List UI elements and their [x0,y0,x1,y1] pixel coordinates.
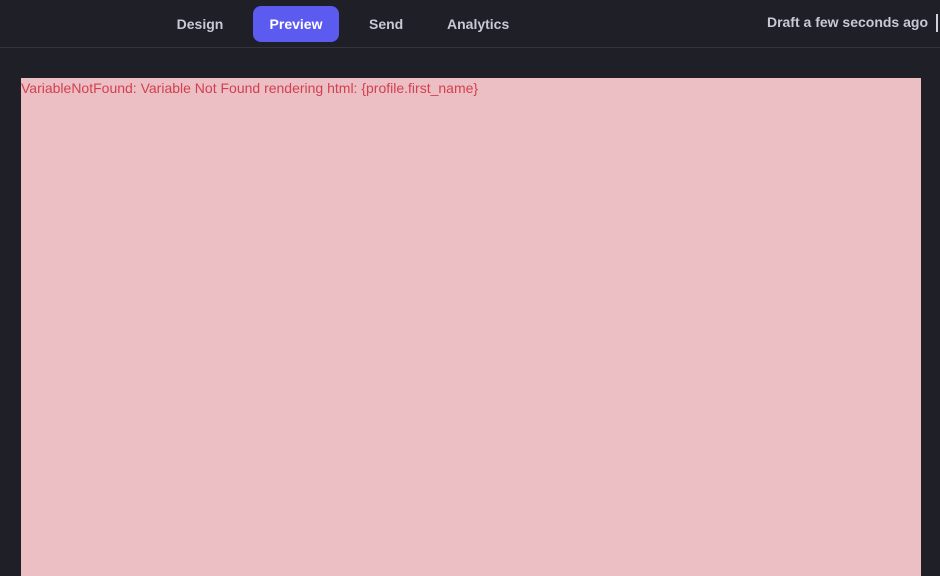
tab-preview[interactable]: Preview [253,6,339,42]
render-error-message: VariableNotFound: Variable Not Found ren… [21,80,479,96]
tab-design[interactable]: Design [159,6,241,42]
draft-status: Draft a few seconds ago [766,14,928,30]
tab-analytics[interactable]: Analytics [431,6,525,42]
status-divider [936,14,938,32]
top-bar: Design Preview Send Analytics Draft a fe… [0,0,940,48]
email-preview-frame: VariableNotFound: Variable Not Found ren… [21,78,921,576]
tab-send[interactable]: Send [353,6,419,42]
tab-bar: Design Preview Send Analytics [159,6,537,42]
